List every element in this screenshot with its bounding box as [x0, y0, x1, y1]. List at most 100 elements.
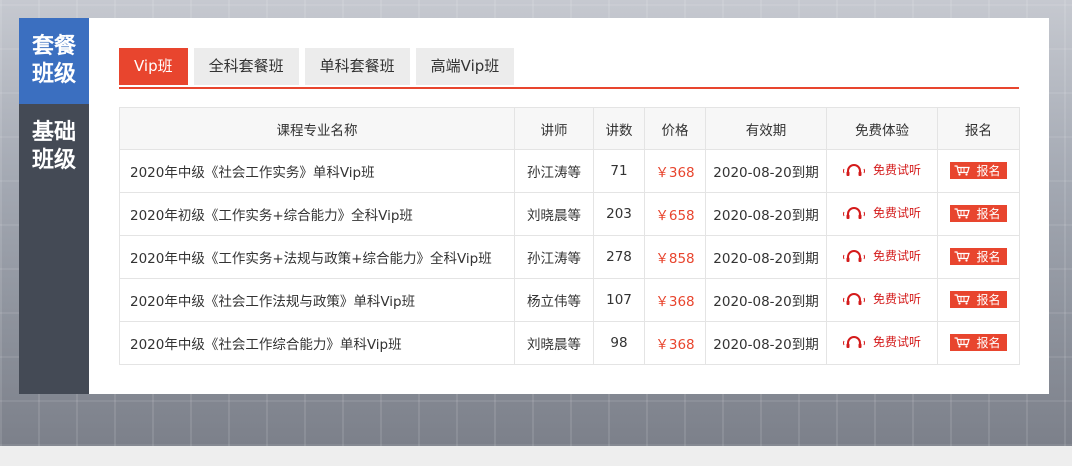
- cart-icon: [954, 294, 971, 305]
- sidebar-item-label: 基础: [31, 120, 76, 145]
- table-row: 2020年中级《社会工作综合能力》单科Vip班 刘晓晨等 98 ￥368 202…: [119, 321, 1020, 365]
- headphones-icon: [842, 163, 865, 176]
- course-price: ￥368: [655, 165, 695, 181]
- course-name-cell: 2020年中级《社会工作法规与政策》单科Vip班: [119, 278, 515, 322]
- free-trial-link[interactable]: 免费试听: [842, 204, 921, 221]
- sidebar-item-label: 班级: [31, 62, 76, 87]
- validity-cell: 2020-08-20到期: [705, 321, 827, 365]
- course-name: 2020年中级《工作实务+法规与政策+综合能力》全科Vip班: [130, 251, 492, 267]
- lectures-cell: 71: [593, 149, 645, 193]
- teacher-cell: 刘晓晨等: [514, 321, 594, 365]
- free-trial-label: 免费试听: [872, 335, 921, 350]
- course-name-cell: 2020年初级《工作实务+综合能力》全科Vip班: [119, 192, 515, 236]
- column-header-course-name: 课程专业名称: [119, 107, 515, 150]
- lecture-count: 278: [606, 249, 632, 265]
- price-cell: ￥658: [644, 192, 706, 236]
- signup-button[interactable]: 报名: [950, 334, 1007, 351]
- free-trial-link[interactable]: 免费试听: [842, 247, 921, 264]
- teacher-name: 杨立伟等: [527, 294, 581, 310]
- free-trial-label: 免费试听: [872, 206, 921, 221]
- course-name-cell: 2020年中级《工作实务+法规与政策+综合能力》全科Vip班: [119, 235, 515, 279]
- headphones-icon: [842, 335, 865, 348]
- teacher-cell: 杨立伟等: [514, 278, 594, 322]
- teacher-cell: 刘晓晨等: [514, 192, 594, 236]
- course-price: ￥368: [655, 337, 695, 353]
- signup-label: 报名: [976, 207, 1001, 221]
- table-row: 2020年中级《社会工作法规与政策》单科Vip班 杨立伟等 107 ￥368 2…: [119, 278, 1020, 322]
- free-trial-link[interactable]: 免费试听: [842, 333, 921, 350]
- signup-button[interactable]: 报名: [950, 205, 1007, 222]
- tab-vip[interactable]: Vip班: [119, 48, 188, 85]
- course-name: 2020年中级《社会工作法规与政策》单科Vip班: [130, 294, 416, 310]
- cart-icon: [954, 208, 971, 219]
- cart-icon: [954, 337, 971, 348]
- signup-label: 报名: [976, 293, 1001, 307]
- trial-cell: 免费试听: [826, 192, 938, 236]
- class-type-sidebar: 套餐 班级 基础 班级: [19, 18, 89, 394]
- column-header-teacher: 讲师: [514, 107, 594, 150]
- cart-icon: [954, 165, 971, 176]
- teacher-cell: 孙江涛等: [514, 235, 594, 279]
- page-footer-strip: [0, 446, 1072, 466]
- course-table: 课程专业名称 讲师 讲数 价格 有效期 免费体验 报名 2020年中级《社会工作…: [119, 107, 1020, 365]
- lectures-cell: 278: [593, 235, 645, 279]
- tab-premium-vip[interactable]: 高端Vip班: [415, 48, 515, 85]
- trial-cell: 免费试听: [826, 278, 938, 322]
- validity-cell: 2020-08-20到期: [705, 192, 827, 236]
- lectures-cell: 107: [593, 278, 645, 322]
- lectures-cell: 98: [593, 321, 645, 365]
- signup-label: 报名: [976, 250, 1001, 264]
- signup-cell: 报名: [937, 149, 1020, 193]
- sidebar-item-label: 套餐: [31, 34, 76, 59]
- cart-icon: [954, 251, 971, 262]
- signup-cell: 报名: [937, 192, 1020, 236]
- lecture-count: 203: [606, 206, 632, 222]
- free-trial-label: 免费试听: [872, 292, 921, 307]
- free-trial-label: 免费试听: [872, 249, 921, 264]
- sidebar-item-package-class[interactable]: 套餐 班级: [19, 18, 89, 104]
- teacher-cell: 孙江涛等: [514, 149, 594, 193]
- tab-full-subject-package[interactable]: 全科套餐班: [193, 48, 299, 85]
- table-row: 2020年中级《社会工作实务》单科Vip班 孙江涛等 71 ￥368 2020-…: [119, 149, 1020, 193]
- signup-cell: 报名: [937, 321, 1020, 365]
- lectures-cell: 203: [593, 192, 645, 236]
- column-header-lectures: 讲数: [593, 107, 645, 150]
- course-price: ￥658: [655, 208, 695, 224]
- trial-cell: 免费试听: [826, 149, 938, 193]
- validity-cell: 2020-08-20到期: [705, 278, 827, 322]
- signup-button[interactable]: 报名: [950, 291, 1007, 308]
- table-header-row: 课程专业名称 讲师 讲数 价格 有效期 免费体验 报名: [119, 107, 1020, 150]
- sidebar-item-basic-class[interactable]: 基础 班级: [19, 104, 89, 190]
- course-name: 2020年中级《社会工作实务》单科Vip班: [130, 165, 375, 181]
- tab-single-subject-package[interactable]: 单科套餐班: [304, 48, 410, 85]
- validity-date: 2020-08-20到期: [713, 251, 819, 267]
- column-header-signup: 报名: [937, 107, 1020, 150]
- headphones-icon: [842, 292, 865, 305]
- free-trial-link[interactable]: 免费试听: [842, 161, 921, 178]
- signup-button[interactable]: 报名: [950, 162, 1007, 179]
- course-price: ￥858: [655, 251, 695, 267]
- teacher-name: 刘晓晨等: [527, 337, 581, 353]
- table-row: 2020年初级《工作实务+综合能力》全科Vip班 刘晓晨等 203 ￥658 2…: [119, 192, 1020, 236]
- signup-label: 报名: [976, 336, 1001, 350]
- price-cell: ￥858: [644, 235, 706, 279]
- sidebar-item-label: 班级: [31, 148, 76, 173]
- signup-cell: 报名: [937, 278, 1020, 322]
- validity-cell: 2020-08-20到期: [705, 235, 827, 279]
- lecture-count: 71: [610, 163, 628, 179]
- price-cell: ￥368: [644, 321, 706, 365]
- signup-button[interactable]: 报名: [950, 248, 1007, 265]
- column-header-price: 价格: [644, 107, 706, 150]
- course-name-cell: 2020年中级《社会工作实务》单科Vip班: [119, 149, 515, 193]
- validity-date: 2020-08-20到期: [713, 165, 819, 181]
- table-row: 2020年中级《工作实务+法规与政策+综合能力》全科Vip班 孙江涛等 278 …: [119, 235, 1020, 279]
- teacher-name: 孙江涛等: [527, 251, 581, 267]
- lecture-count: 98: [610, 335, 628, 351]
- headphones-icon: [842, 249, 865, 262]
- free-trial-link[interactable]: 免费试听: [842, 290, 921, 307]
- price-cell: ￥368: [644, 278, 706, 322]
- headphones-icon: [842, 206, 865, 219]
- trial-cell: 免费试听: [826, 235, 938, 279]
- validity-cell: 2020-08-20到期: [705, 149, 827, 193]
- course-price: ￥368: [655, 294, 695, 310]
